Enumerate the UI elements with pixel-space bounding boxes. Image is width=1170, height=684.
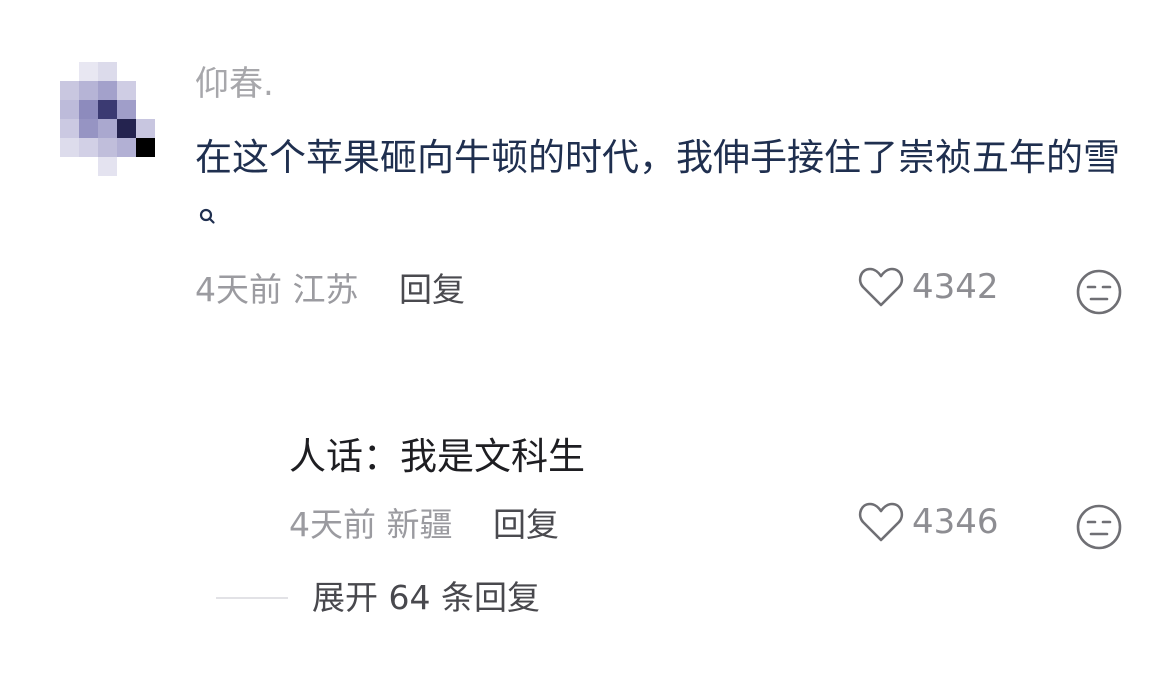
avatar[interactable] (60, 62, 156, 180)
dislike-button[interactable] (1075, 268, 1123, 320)
reply-like-count: 4346 (912, 502, 999, 542)
comment-time: 4天前 (195, 270, 282, 309)
heart-icon (858, 502, 904, 542)
reply-button[interactable]: 回复 (399, 270, 465, 309)
reply-time: 4天前 (289, 505, 376, 544)
reply-like-button[interactable]: 4346 (858, 501, 999, 543)
like-count: 4342 (912, 267, 999, 307)
comment-location: 江苏 (292, 270, 359, 309)
heart-icon (858, 267, 904, 307)
search-icon[interactable] (199, 190, 216, 224)
neutral-face-icon (1076, 269, 1122, 315)
reply-meta: 4天前 新疆 回复 (289, 503, 559, 547)
comment-text: 在这个苹果砸向牛顿的时代，我伸手接住了崇祯五年的雪 (195, 130, 1125, 242)
reply-reply-button[interactable]: 回复 (493, 505, 559, 544)
expand-replies-label[interactable]: 展开 64 条回复 (312, 576, 540, 620)
reply-text: 人话：我是文科生 (289, 435, 585, 478)
like-button[interactable]: 4342 (858, 266, 999, 308)
reply-dislike-button[interactable] (1075, 503, 1123, 555)
neutral-face-icon (1076, 504, 1122, 550)
reply-location: 新疆 (386, 505, 453, 544)
divider (216, 597, 288, 599)
expand-replies[interactable]: 展开 64 条回复 (216, 576, 540, 620)
comment-meta: 4天前 江苏 回复 (195, 268, 465, 312)
comment-body: 在这个苹果砸向牛顿的时代，我伸手接住了崇祯五年的雪 (195, 136, 1120, 179)
username[interactable]: 仰春. (195, 62, 274, 106)
